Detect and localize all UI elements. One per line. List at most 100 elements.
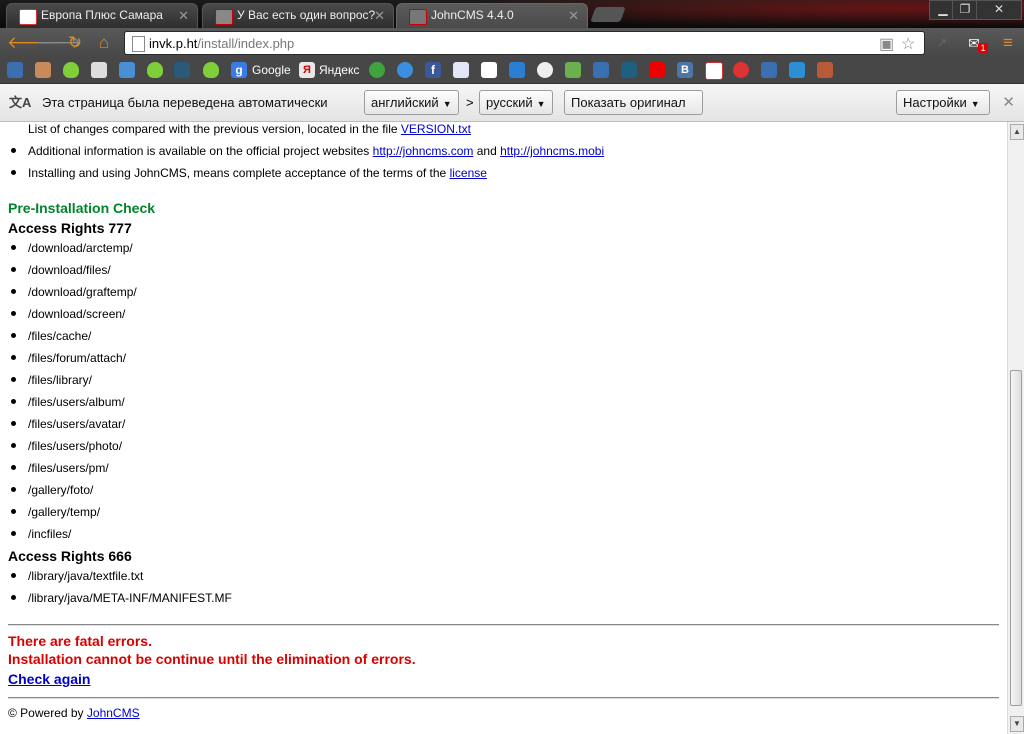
bookmark-alien-icon[interactable] [63,62,79,78]
reload-icon[interactable]: ↻ [65,33,85,53]
site-favicon-icon [409,9,427,25]
bookmark-site-icon[interactable] [593,62,609,78]
close-tab-icon[interactable]: ✕ [178,8,189,24]
bullet [11,443,16,448]
bookmark-site-icon[interactable] [397,62,413,78]
bookmark-google[interactable]: Google [252,63,291,77]
divider [8,697,999,699]
page-icon [132,36,145,52]
tab-question[interactable]: У Вас есть один вопрос? · ✕ [202,3,394,28]
directory-list-item: /files/users/photo/ [28,439,123,453]
bookmark-radio-icon[interactable] [705,62,723,80]
bookmark-chat-icon[interactable] [509,62,525,78]
directory-list-item: /files/library/ [28,373,93,387]
bookmarks-bar: g Google Я Яндекс f B [0,58,1024,84]
directory-list-item: /files/forum/attach/ [28,351,127,365]
scroll-down-icon[interactable]: ▼ [1010,716,1024,732]
bookmark-target-icon[interactable] [733,62,749,78]
facebook-icon[interactable]: f [425,62,441,78]
fatal-error-message: There are fatal errors. [8,633,152,649]
bullet [11,170,16,175]
close-infobar-icon[interactable]: ✕ [1002,93,1015,111]
yandex-icon[interactable]: Я [299,62,315,78]
bookmark-site-icon[interactable] [119,62,135,78]
and-text: and [476,144,497,158]
bookmark-avatar-icon[interactable] [817,62,833,78]
vertical-scrollbar[interactable]: ▲ ▼ [1007,122,1024,734]
tab-title: Европа Плюс Самара [41,8,163,22]
back-icon[interactable]: 🡐 [7,33,53,53]
info-line: Additional information is available on t… [28,144,604,158]
bookmark-star-icon[interactable]: ☆ [901,34,915,54]
directory-list-item: /files/users/avatar/ [28,417,126,431]
show-original-button[interactable]: Показать оригинал [564,90,703,115]
directory-list-item: /download/files/ [28,263,111,277]
bookmark-site-icon[interactable] [565,62,581,78]
version-link[interactable]: VERSION.txt [401,122,471,136]
translate-settings-button[interactable]: Настройки ▼ [896,90,990,115]
radio-favicon-icon [19,9,37,25]
source-language-select[interactable]: английский ▼ [364,90,459,115]
directory-list-item: /library/java/textfile.txt [28,569,144,583]
johncms-link[interactable]: JohnCMS [87,706,140,720]
close-window-icon[interactable]: ✕ [976,0,1022,20]
bookmark-site-icon[interactable] [369,62,385,78]
tab-evropa-plus[interactable]: Европа Плюс Самара ✕ [6,3,198,28]
home-icon[interactable]: ⌂ [94,33,114,53]
bookmark-site-icon[interactable] [481,62,497,78]
chevron-down-icon: ▼ [536,99,546,109]
johncms-mobi-link[interactable]: http://johncms.mobi [500,144,604,158]
maximize-icon[interactable]: ❐ [952,0,978,20]
extension-icon[interactable]: ↗ [932,33,952,53]
bookmark-alien-icon[interactable] [147,62,163,78]
tab-strip: Европа Плюс Самара ✕ У Вас есть один воп… [0,0,1024,28]
bookmark-site-icon[interactable] [761,62,777,78]
bookmark-site-icon[interactable] [537,62,553,78]
close-tab-icon[interactable]: ✕ [374,8,385,24]
bookmark-avatar-icon[interactable] [35,62,51,78]
settings-label: Настройки [903,95,967,110]
scrollbar-thumb[interactable] [1010,370,1022,706]
url-text[interactable]: invk.p.ht/install/index.php [149,36,294,51]
bookmark-site-icon[interactable] [789,62,805,78]
bookmark-yandex[interactable]: Яндекс [319,63,359,77]
chevron-down-icon: ▼ [442,99,452,109]
bookmark-site-icon[interactable] [621,62,637,78]
translate-page-icon[interactable]: ▣ [879,34,894,54]
scroll-up-icon[interactable]: ▲ [1010,124,1024,140]
directory-list-item: /gallery/foto/ [28,483,94,497]
vk-icon[interactable]: B [677,62,693,78]
tab-johncms[interactable]: JohnCMS 4.4.0 ✕ [396,3,588,28]
check-again-link[interactable]: Check again [8,671,90,687]
johncms-com-link[interactable]: http://johncms.com [373,144,474,158]
bookmark-site-icon[interactable] [453,62,469,78]
bullet [11,377,16,382]
bookmark-media-icon[interactable] [7,62,23,78]
bookmark-site-icon[interactable] [174,62,190,78]
bullet [11,148,16,153]
rights-666-heading: Access Rights 666 [8,548,132,564]
divider [8,624,999,626]
translate-message: Эта страница была переведена автоматичес… [42,95,328,110]
menu-icon[interactable]: ≡ [998,33,1018,53]
directory-list-item: /files/cache/ [28,329,92,343]
bullet [11,245,16,250]
target-language-select[interactable]: русский ▼ [479,90,553,115]
forward-icon[interactable]: 🡒 [36,33,82,53]
footer: © Powered by JohnCMS [8,706,140,720]
version-line: List of changes compared with the previo… [28,122,471,136]
bookmark-alien-icon[interactable] [203,62,219,78]
new-tab-button[interactable] [590,7,626,22]
powered-by-text: © Powered by [8,706,84,720]
youtube-icon[interactable] [649,62,665,78]
google-icon[interactable]: g [231,62,247,78]
license-link[interactable]: license [450,166,487,180]
bookmark-save-icon[interactable] [91,62,107,78]
directory-list-item: /files/users/album/ [28,395,125,409]
rights-777-heading: Access Rights 777 [8,220,132,236]
address-bar[interactable]: invk.p.ht/install/index.php ▣ ☆ [124,31,925,55]
url-host: invk.p.ht [149,36,198,51]
installation-error-message: Installation cannot be continue until th… [8,651,416,667]
close-tab-icon[interactable]: ✕ [568,8,579,24]
bullet [11,573,16,578]
